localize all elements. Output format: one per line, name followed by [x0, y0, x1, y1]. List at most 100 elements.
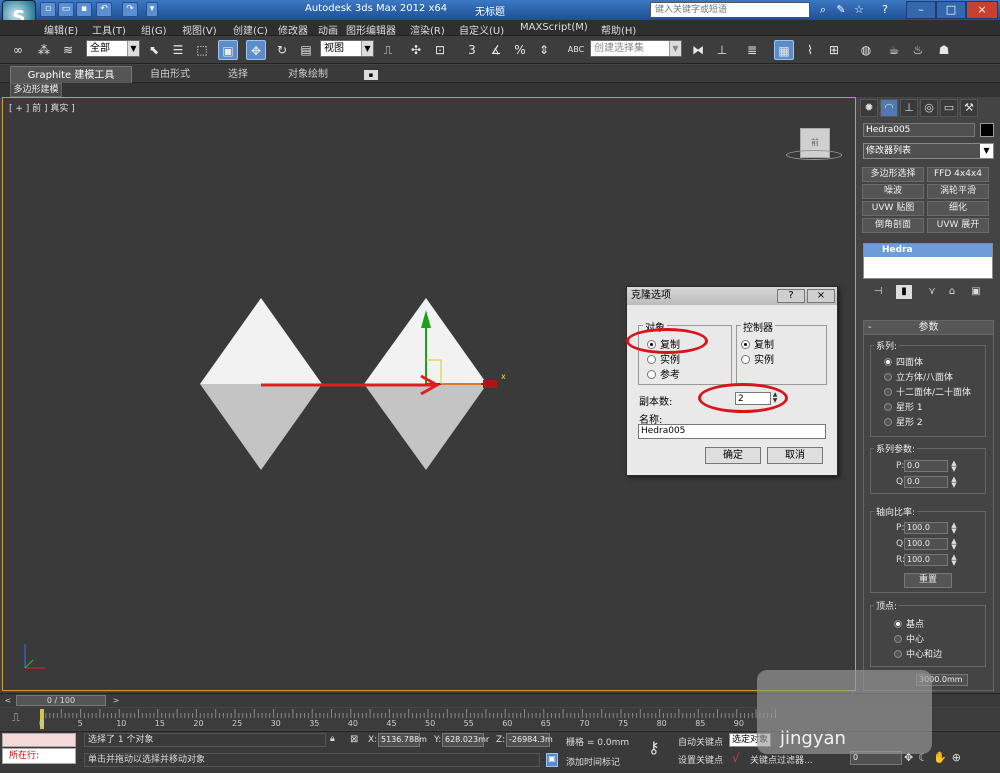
- object-reference-radio[interactable]: 参考: [647, 366, 680, 381]
- schematic-view-icon[interactable]: ⊞: [824, 40, 844, 60]
- auto-key-button[interactable]: 自动关键点: [678, 735, 723, 748]
- set-key-button[interactable]: 设置关键点: [678, 753, 723, 766]
- select-manipulate-icon[interactable]: ✣: [406, 40, 426, 60]
- menu-tools[interactable]: 工具(T): [92, 22, 126, 37]
- axis-p-spinner-icon[interactable]: ▲ ▼: [950, 522, 958, 535]
- octahedron-right-bottom[interactable]: [364, 384, 487, 470]
- vertex-center-sides-radio[interactable]: 中心和边: [894, 647, 942, 660]
- make-unique-icon[interactable]: ⋎: [924, 285, 940, 299]
- select-move-icon[interactable]: ✥: [246, 40, 266, 60]
- axis-q-input[interactable]: 100.0: [904, 538, 948, 550]
- object-name-field[interactable]: Hedra005: [863, 123, 975, 137]
- render-setup-icon[interactable]: ☕: [884, 40, 904, 60]
- controller-instance-radio[interactable]: 实例: [741, 351, 774, 366]
- axis-q-spinner-icon[interactable]: ▲ ▼: [950, 538, 958, 551]
- hierarchy-tab-icon[interactable]: ⊥: [900, 99, 918, 117]
- family-p-input[interactable]: 0.0: [904, 460, 948, 472]
- utilities-tab-icon[interactable]: ⚒: [960, 99, 978, 117]
- controller-copy-radio[interactable]: 复制: [741, 336, 774, 351]
- tab-selection[interactable]: 选择: [228, 66, 248, 84]
- time-prev-icon[interactable]: <: [2, 695, 14, 706]
- reset-button[interactable]: 重置: [904, 573, 952, 588]
- menu-graph-editors[interactable]: 图形编辑器: [346, 22, 396, 37]
- select-by-name-icon[interactable]: ☰: [168, 40, 188, 60]
- minimize-button[interactable]: –: [906, 1, 936, 19]
- cancel-button[interactable]: 取消: [767, 447, 823, 464]
- gizmo-x-arrow-icon[interactable]: [483, 380, 497, 388]
- add-time-tag[interactable]: 添加时间标记: [566, 755, 620, 768]
- search-icon[interactable]: ⌕: [814, 2, 832, 18]
- time-tag-icon[interactable]: ▣: [546, 753, 558, 767]
- vertex-basepoint-radio[interactable]: 基点: [894, 617, 924, 630]
- mod-btn-poly-select[interactable]: 多边形选择: [862, 167, 924, 182]
- create-tab-icon[interactable]: ✹: [860, 99, 878, 117]
- star-icon[interactable]: ☆: [850, 2, 868, 18]
- tab-graphite[interactable]: Graphite 建模工具: [10, 66, 132, 84]
- polygon-modeling-label[interactable]: 多边形建模: [10, 83, 62, 97]
- link-icon[interactable]: ∞: [8, 40, 28, 60]
- percent-snap-icon[interactable]: %: [510, 40, 530, 60]
- align-icon[interactable]: ⊥: [712, 40, 732, 60]
- octahedron-left-top[interactable]: [200, 298, 322, 384]
- mod-btn-bevel-profile[interactable]: 倒角剖面: [862, 218, 924, 233]
- dialog-close-button[interactable]: ×: [807, 289, 835, 303]
- family-cube-octa-radio[interactable]: 立方体/八面体: [884, 370, 953, 383]
- clone-name-input[interactable]: Hedra005: [638, 424, 826, 439]
- help-search-input[interactable]: 键入关键字或短语: [650, 2, 810, 18]
- octahedron-left-bottom[interactable]: [200, 384, 322, 470]
- mirror-icon[interactable]: ⧓: [688, 40, 708, 60]
- family-q-spinner-icon[interactable]: ▲ ▼: [950, 476, 958, 489]
- maximize-button[interactable]: □: [936, 1, 966, 19]
- family-p-spinner-icon[interactable]: ▲ ▼: [950, 460, 958, 473]
- menu-modifiers[interactable]: 修改器: [278, 22, 308, 37]
- pivot-center-icon[interactable]: ⎍: [378, 40, 398, 60]
- menu-customize[interactable]: 自定义(U): [459, 22, 504, 37]
- family-tetra-radio[interactable]: 四面体: [884, 355, 923, 368]
- select-object-icon[interactable]: ⬉: [144, 40, 164, 60]
- axis-r-input[interactable]: 100.0: [904, 554, 948, 566]
- mod-btn-noise[interactable]: 噪波: [862, 184, 924, 199]
- tools-icon[interactable]: ✎: [832, 2, 850, 18]
- reference-coordinate-dropdown[interactable]: 视图 ▼: [320, 40, 374, 57]
- quick-access-dropdown-icon[interactable]: ▾: [146, 2, 158, 17]
- set-key-icon[interactable]: ⚷: [648, 738, 670, 758]
- mod-btn-tessellate[interactable]: 细化: [927, 201, 989, 216]
- y-coordinate-input[interactable]: 628.023mr: [442, 733, 489, 747]
- menu-group[interactable]: 组(G): [141, 22, 167, 37]
- time-slider-thumb[interactable]: 0 / 100: [16, 695, 106, 706]
- tab-freeform[interactable]: 自由形式: [150, 66, 190, 84]
- snaps-toggle-icon[interactable]: 3: [462, 40, 482, 60]
- angle-snap-icon[interactable]: ∡: [486, 40, 506, 60]
- menu-rendering[interactable]: 渲染(R): [410, 22, 445, 37]
- dialog-help-button[interactable]: ?: [777, 289, 805, 303]
- time-next-icon[interactable]: >: [110, 695, 122, 706]
- menu-help[interactable]: 帮助(H): [601, 22, 636, 37]
- z-coordinate-input[interactable]: -26984.3m: [506, 733, 553, 747]
- ok-button[interactable]: 确定: [705, 447, 761, 464]
- modify-tab-icon[interactable]: ◠: [880, 99, 898, 117]
- x-coordinate-input[interactable]: 5136.788m: [378, 733, 427, 747]
- bind-space-warp-icon[interactable]: ≋: [58, 40, 78, 60]
- ribbon-options-icon[interactable]: ▪: [364, 70, 378, 80]
- new-file-icon[interactable]: ▫: [40, 2, 56, 17]
- menu-create[interactable]: 创建(C): [233, 22, 268, 37]
- spinner-snap-icon[interactable]: ⇕: [534, 40, 554, 60]
- undo-icon[interactable]: ↶: [96, 2, 112, 17]
- key-filters-button[interactable]: 关键点过滤器...: [750, 753, 813, 766]
- menu-views[interactable]: 视图(V): [182, 22, 217, 37]
- curve-editor-icon[interactable]: ⌇: [800, 40, 820, 60]
- layer-manager-icon[interactable]: ≣: [742, 40, 762, 60]
- unlink-icon[interactable]: ⁂: [34, 40, 54, 60]
- axis-p-input[interactable]: 100.0: [904, 522, 948, 534]
- remove-modifier-icon[interactable]: ⌂: [944, 285, 960, 299]
- menu-maxscript[interactable]: MAXScript(M): [520, 22, 588, 33]
- parameters-rollout-title[interactable]: - 参数: [864, 321, 993, 335]
- pin-stack-icon[interactable]: ⊣: [870, 285, 886, 299]
- window-crossing-icon[interactable]: ▣: [218, 40, 238, 60]
- mod-btn-turbosmooth[interactable]: 涡轮平滑: [927, 184, 989, 199]
- graphite-toggle-icon[interactable]: ▦: [774, 40, 794, 60]
- modifier-stack[interactable]: Hedra: [863, 243, 993, 279]
- named-selection-dropdown[interactable]: 创建选择集 ▼: [590, 40, 682, 57]
- family-star2-radio[interactable]: 星形 2: [884, 415, 923, 428]
- object-color-swatch[interactable]: [980, 123, 994, 137]
